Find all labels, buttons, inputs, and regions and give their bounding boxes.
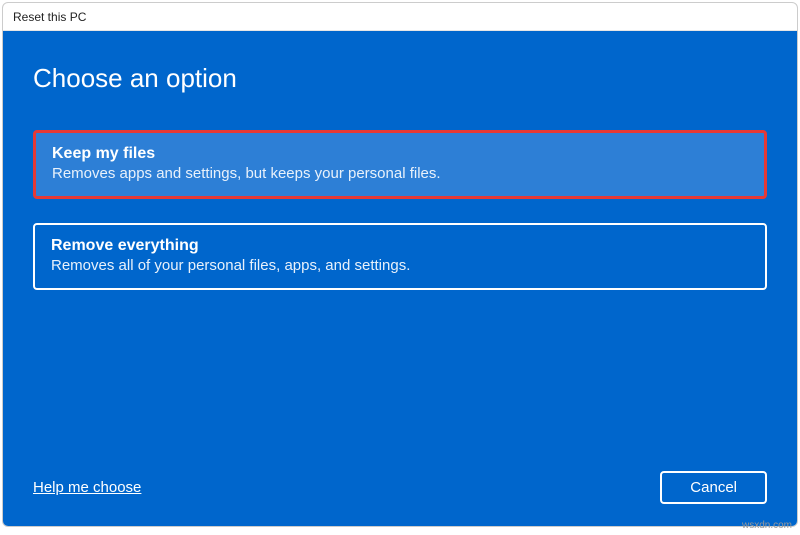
page-title: Choose an option (33, 63, 767, 94)
footer: Help me choose Cancel (33, 471, 767, 504)
option-keep-title: Keep my files (52, 145, 748, 163)
cancel-button[interactable]: Cancel (660, 471, 767, 504)
watermark: wsxdn.com (742, 520, 792, 531)
help-me-choose-link[interactable]: Help me choose (33, 479, 141, 496)
reset-pc-window: Reset this PC Choose an option Keep my f… (2, 2, 798, 527)
option-remove-everything[interactable]: Remove everything Removes all of your pe… (33, 223, 767, 290)
option-remove-desc: Removes all of your personal files, apps… (51, 257, 749, 274)
content-area: Choose an option Keep my files Removes a… (3, 31, 797, 526)
option-keep-my-files[interactable]: Keep my files Removes apps and settings,… (33, 130, 767, 199)
titlebar: Reset this PC (3, 3, 797, 31)
option-keep-desc: Removes apps and settings, but keeps you… (52, 165, 748, 182)
option-remove-title: Remove everything (51, 237, 749, 255)
window-title: Reset this PC (13, 10, 86, 24)
